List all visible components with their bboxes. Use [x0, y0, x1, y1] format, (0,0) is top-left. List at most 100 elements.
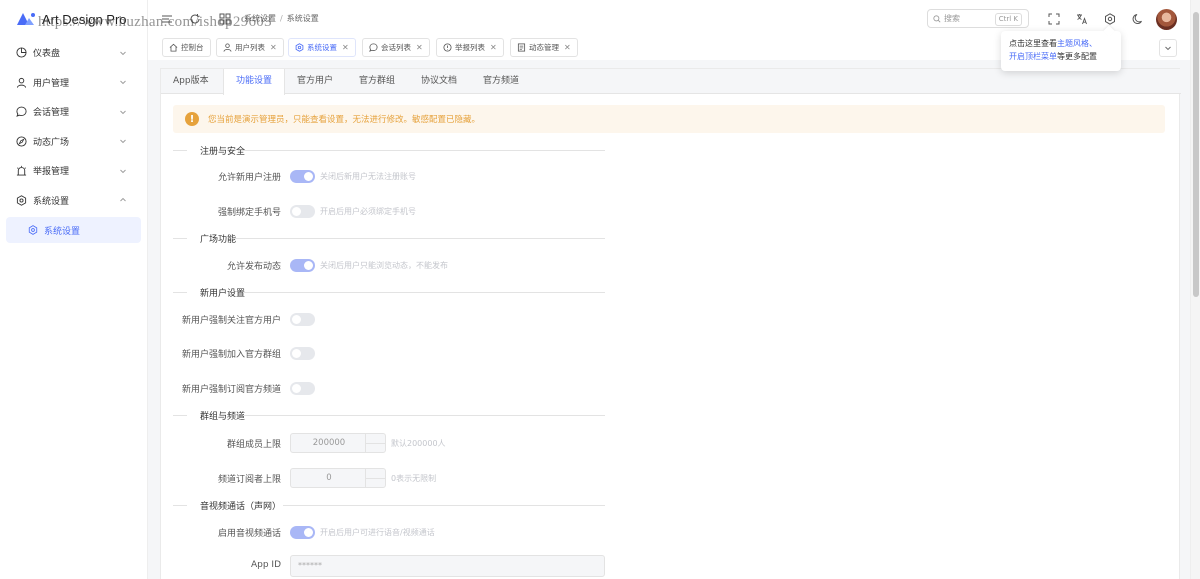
chevron-down-icon	[1165, 46, 1171, 51]
subtab-official-users[interactable]: 官方用户	[285, 69, 345, 94]
sidebar-item-square[interactable]: 动态广场	[0, 127, 147, 157]
setting-row-channel-limit: 频道订阅者上限 0 0表示无限制	[161, 468, 861, 488]
stepper-controls[interactable]	[365, 434, 386, 452]
page-tab-system-settings[interactable]: 系统设置 ✕	[288, 38, 356, 57]
setting-hint: 开启后用户可进行语音/视频通话	[320, 528, 435, 537]
gear-icon	[28, 225, 38, 235]
brand-name: Art Design Pro	[42, 11, 127, 27]
app-id-input[interactable]: ******	[290, 555, 605, 577]
divider	[173, 238, 187, 239]
fullscreen-icon[interactable]	[1047, 12, 1061, 26]
page-tab-session-list[interactable]: 会话列表 ✕	[362, 38, 430, 57]
page-tab-label: 用户列表	[235, 43, 265, 52]
home-icon	[169, 43, 178, 52]
section-header: 注册与安全	[173, 144, 605, 157]
breadcrumb-item-current: 系统设置	[286, 14, 319, 23]
subtab-official-groups[interactable]: 官方群组	[347, 69, 407, 94]
tabs-more-button[interactable]	[1159, 39, 1177, 57]
allow-register-switch[interactable]	[290, 170, 315, 183]
refresh-icon[interactable]	[188, 12, 202, 26]
settings-subtabs: App版本 功能设置 官方用户 官方群组 协议文档 官方频道	[161, 69, 1181, 95]
page-tab-dashboard[interactable]: 控制台	[162, 38, 211, 57]
sidebar-item-dashboard[interactable]: 仪表盘	[0, 38, 147, 68]
bind-phone-switch[interactable]	[290, 205, 315, 218]
setting-label: 新用户强制订阅官方频道	[181, 385, 281, 395]
alert-text: 您当前是演示管理员，只能查看设置，无法进行修改。敏感配置已隐藏。	[208, 115, 481, 125]
moon-icon[interactable]	[1131, 12, 1145, 26]
report-icon	[16, 165, 27, 176]
setting-row-allow-register: 允许新用户注册 关闭后新用户无法注册账号	[161, 168, 861, 184]
subscribe-channel-switch[interactable]	[290, 382, 315, 395]
stepper-controls[interactable]	[365, 469, 386, 487]
page-scrollbar[interactable]	[1190, 0, 1200, 579]
enable-rtc-switch[interactable]	[290, 526, 315, 539]
page-tab-post-management[interactable]: 动态管理 ✕	[510, 38, 578, 57]
chevron-down-icon	[119, 167, 127, 175]
divider	[173, 292, 187, 293]
divider	[243, 415, 605, 416]
side-menu: 仪表盘 用户管理 会话管理 动态广场 举报管理 系统设置 系统设置	[0, 38, 147, 243]
sidebar-item-label: 仪表盘	[33, 49, 61, 60]
breadcrumb-item[interactable]: 系统设置	[244, 13, 276, 24]
sidebar-item-sessions[interactable]: 会话管理	[0, 97, 147, 127]
grid-icon[interactable]	[218, 12, 232, 26]
settings-gear-icon[interactable]	[1103, 12, 1117, 26]
sidebar-item-settings[interactable]: 系统设置	[0, 186, 147, 216]
close-icon[interactable]: ✕	[564, 43, 571, 52]
page-tab-label: 控制台	[181, 43, 204, 52]
sidebar-item-label: 动态广场	[33, 137, 70, 148]
chat-icon	[369, 43, 378, 52]
tooltip-text: 点击这里查看	[1009, 39, 1057, 48]
user-icon	[16, 77, 27, 88]
subtab-official-channels[interactable]: 官方频道	[471, 69, 531, 94]
logo-icon	[16, 12, 36, 26]
setting-row-follow-official: 新用户强制关注官方用户	[161, 311, 861, 327]
close-icon[interactable]: ✕	[490, 43, 497, 52]
section-header: 音视频通话（声网）	[173, 499, 605, 512]
setting-row-allow-post: 允许发布动态 关闭后用户只能浏览动态，不能发布	[161, 257, 861, 273]
demo-admin-alert: ! 您当前是演示管理员，只能查看设置，无法进行修改。敏感配置已隐藏。	[173, 105, 1165, 133]
setting-label: 强制绑定手机号	[217, 208, 281, 218]
page-tab-label: 举报列表	[455, 43, 485, 52]
translate-icon[interactable]	[1075, 12, 1089, 26]
chat-icon	[16, 106, 27, 118]
subtab-agreements[interactable]: 协议文档	[409, 69, 469, 94]
tooltip-link-theme[interactable]: 主题风格	[1057, 39, 1089, 48]
gear-icon	[16, 194, 27, 206]
gear-icon	[295, 43, 304, 52]
search-box[interactable]: 搜索 Ctrl K	[927, 9, 1029, 28]
close-icon[interactable]: ✕	[416, 43, 423, 52]
sidebar-subitem-system-settings[interactable]: 系统设置	[6, 217, 141, 243]
channel-limit-input[interactable]: 0	[290, 468, 386, 488]
close-icon[interactable]: ✕	[270, 43, 277, 52]
sidebar: Art Design Pro 仪表盘 用户管理 会话管理 动态广场 举报管理 系…	[0, 0, 148, 579]
divider	[233, 238, 605, 239]
join-group-switch[interactable]	[290, 347, 315, 360]
setting-label: 频道订阅者上限	[217, 475, 281, 485]
close-icon[interactable]: ✕	[342, 43, 349, 52]
sidebar-item-label: 系统设置	[33, 196, 70, 207]
subtab-feature-settings[interactable]: 功能设置	[223, 69, 286, 95]
follow-official-switch[interactable]	[290, 313, 315, 326]
settings-tooltip: 点击这里查看主题风格、 开启顶栏菜单等更多配置	[1001, 31, 1121, 71]
group-limit-input[interactable]: 200000	[290, 433, 386, 453]
tooltip-link-topbar[interactable]: 开启顶栏菜单	[1009, 52, 1057, 61]
scrollbar-thumb[interactable]	[1193, 12, 1199, 297]
page-tab-report-list[interactable]: 举报列表 ✕	[436, 38, 504, 57]
page-tab-user-list[interactable]: 用户列表 ✕	[216, 38, 284, 57]
settings-panel: App版本 功能设置 官方用户 官方群组 协议文档 官方频道 ! 您当前是演示管…	[160, 68, 1181, 579]
sidebar-item-users[interactable]: 用户管理	[0, 68, 147, 98]
breadcrumb-separator: /	[280, 14, 283, 23]
allow-post-switch[interactable]	[290, 259, 315, 272]
search-placeholder: 搜索	[944, 14, 960, 23]
section-title: 广场功能	[200, 235, 237, 245]
user-avatar[interactable]	[1156, 9, 1177, 30]
menu-toggle-icon[interactable]	[160, 12, 174, 26]
setting-row-group-limit: 群组成员上限 200000 默认200000人	[161, 433, 861, 453]
sidebar-item-reports[interactable]: 举报管理	[0, 156, 147, 186]
dashboard-icon	[16, 47, 27, 58]
search-icon	[933, 14, 941, 22]
setting-label: 群组成员上限	[226, 440, 281, 450]
logo[interactable]: Art Design Pro	[0, 0, 147, 38]
subtab-app-version[interactable]: App版本	[161, 69, 221, 94]
